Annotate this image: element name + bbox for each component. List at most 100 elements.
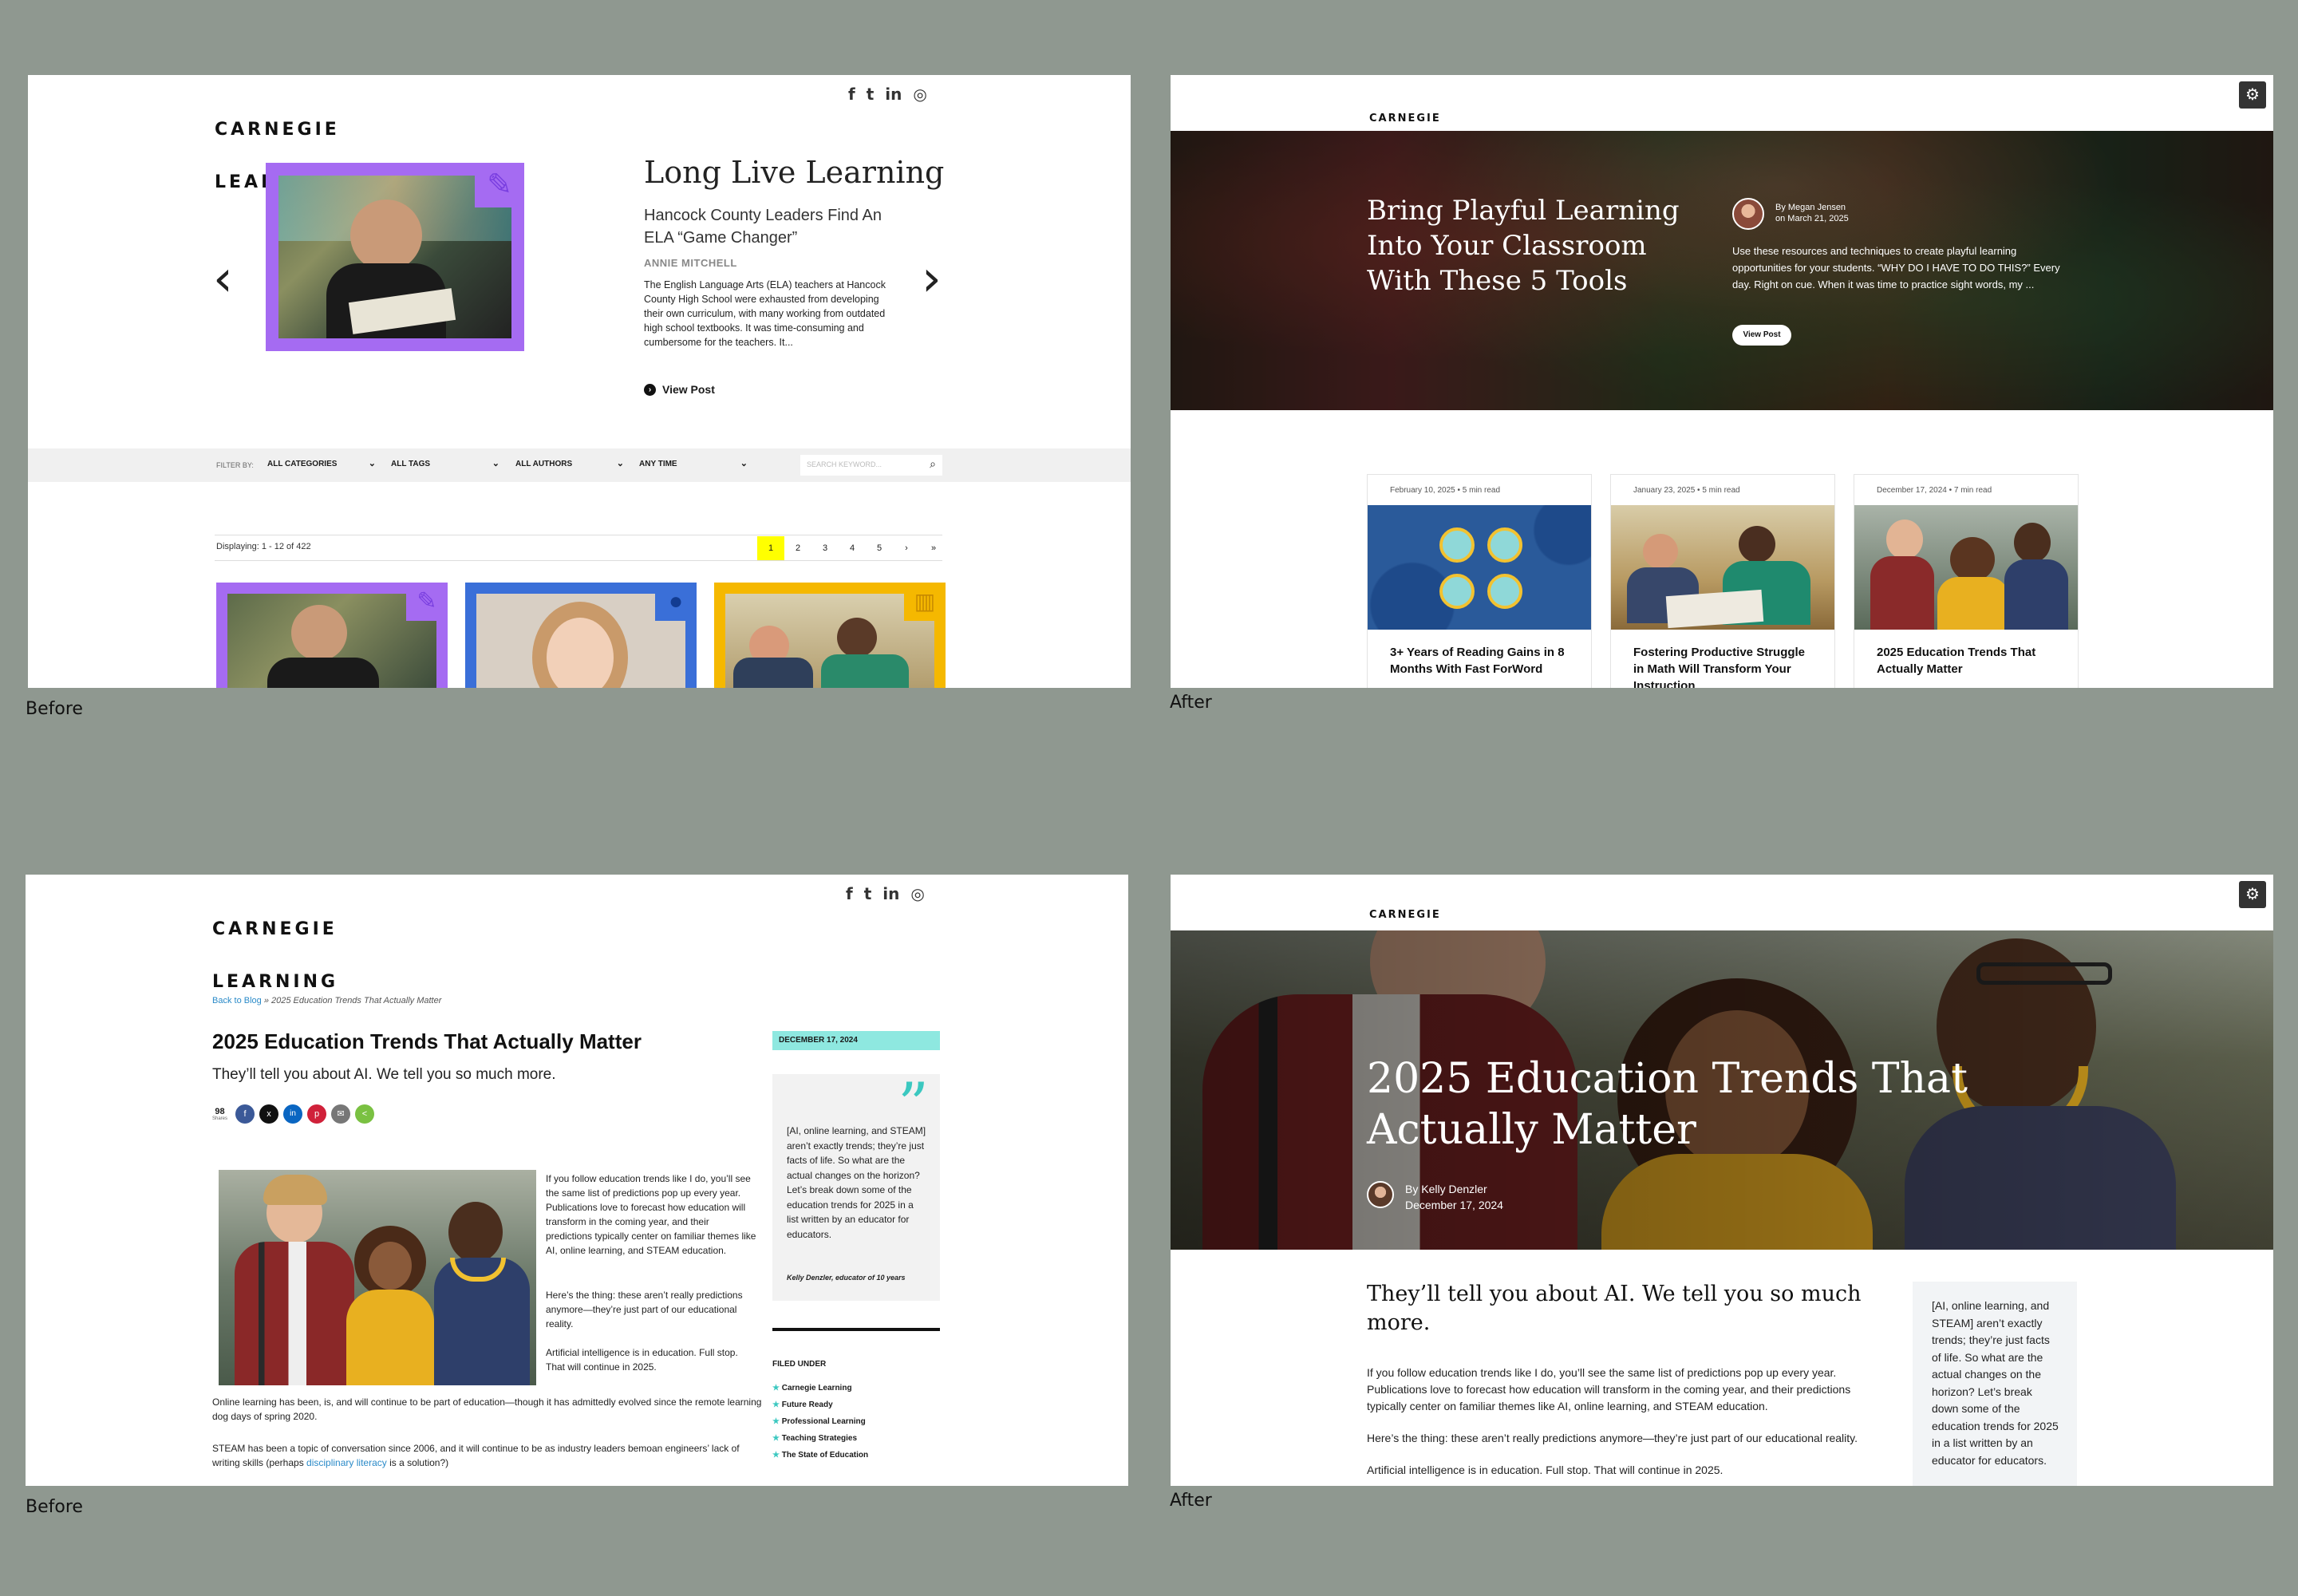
category-item[interactable]: ★ Future Ready [772,1400,868,1409]
back-to-blog-link[interactable]: Back to Blog [212,996,262,1005]
search-box[interactable]: SEARCH KEYWORD... ⌕ [800,455,942,476]
card-meta: December 17, 2024 • 7 min read [1877,486,1992,495]
hubspot-icon[interactable]: ⚙ [2239,81,2266,109]
article-para-1: If you follow education trends like I do… [546,1173,756,1256]
filter-bar: FILTER BY: ALL CATEGORIES ⌄ ALL TAGS ⌄ A… [28,448,1131,482]
hero-title[interactable]: Bring Playful Learning Into Your Classro… [1367,193,1718,298]
facebook-icon[interactable]: f [848,85,855,104]
linkedin-share-icon[interactable]: in [283,1104,303,1124]
category-label: Teaching Strategies [781,1434,858,1443]
sharethis-icon[interactable]: < [355,1104,375,1124]
share-count: 98 Shares [212,1107,227,1121]
star-icon: ★ [772,1417,782,1426]
logo-line-1: CARNEGIE [215,120,340,140]
post-card-2[interactable]: ● [465,583,697,688]
filter-authors-dropdown[interactable]: ALL AUTHORS ⌄ [515,459,624,468]
chevron-down-icon: ⌄ [492,459,499,468]
hero-banner [1171,131,2273,410]
book-category-icon: ▥ [904,583,946,621]
filter-category-label: ALL CATEGORIES [267,460,338,468]
hero-author: By Megan Jensen [1775,203,1846,212]
article-subtitle: They’ll tell you about AI. We tell you s… [1367,1282,1862,1335]
star-icon: ★ [772,1451,782,1460]
page-next[interactable]: › [893,536,920,560]
filter-tags-dropdown[interactable]: ALL TAGS ⌄ [391,459,499,468]
post-card-3[interactable]: ▥ [714,583,946,688]
filter-category-dropdown[interactable]: ALL CATEGORIES ⌄ [267,459,376,468]
fish-illustration-image [1368,505,1591,630]
page-1[interactable]: 1 [757,536,784,560]
instagram-icon[interactable]: ◎ [913,85,926,104]
twitter-icon[interactable]: t [864,884,872,903]
linkedin-icon[interactable]: in [885,85,902,104]
hero-excerpt: Use these resources and techniques to cr… [1732,245,2060,290]
page-3[interactable]: 3 [811,536,839,560]
category-item[interactable]: ★ Professional Learning [772,1417,868,1426]
post-card-1[interactable]: ✎ [216,583,448,688]
star-icon: ★ [772,1384,782,1393]
after-article-screenshot: CARNEGIE LEARNING ⚙ 2025 Education Trend… [1171,875,2273,1486]
twitter-icon[interactable]: t [867,85,875,104]
post-card-1[interactable]: February 10, 2025 • 5 min read 3+ Years … [1367,474,1592,688]
chevron-down-icon: ⌄ [740,459,748,468]
pull-quote-text: [AI, online learning, and STEAM] aren’t … [1932,1299,2059,1467]
students-studying-photo [725,594,934,688]
category-label: Future Ready [781,1400,833,1409]
article-subtitle: They’ll tell you about AI. We tell you s… [212,1066,556,1083]
view-post-link[interactable]: › View Post [644,383,715,396]
filter-authors-label: ALL AUTHORS [515,460,573,468]
featured-post-image[interactable]: ✎ [266,163,524,351]
hubspot-icon[interactable]: ⚙ [2239,881,2266,908]
chevron-down-icon: ⌄ [368,459,376,468]
post-card-3[interactable]: December 17, 2024 • 7 min read 2025 Educ… [1854,474,2079,688]
share-count-number: 98 [215,1107,225,1116]
filter-time-dropdown[interactable]: ANY TIME ⌄ [639,459,748,468]
featured-post-title[interactable]: Hancock County Leaders Find An ELA “Game… [644,204,899,249]
category-item[interactable]: ★ The State of Education [772,1451,868,1460]
card-title[interactable]: Fostering Productive Struggle in Math Wi… [1633,644,1817,688]
page-last[interactable]: » [920,536,947,560]
card-meta: January 23, 2025 • 5 min read [1633,486,1740,495]
filter-tags-label: ALL TAGS [391,460,431,468]
category-label: Professional Learning [781,1417,866,1426]
facebook-share-icon[interactable]: f [235,1104,255,1124]
before-caption-bottom: Before [26,1497,83,1517]
article-para-2: Here’s the thing: these aren’t really pr… [1367,1432,1858,1444]
facebook-icon[interactable]: f [846,884,853,903]
pagination-rule-bottom [215,560,942,561]
breadcrumb: Back to Blog » 2025 Education Trends Tha… [212,996,441,1005]
page-2[interactable]: 2 [784,536,811,560]
x-share-icon[interactable]: x [259,1104,279,1124]
email-share-icon[interactable]: ✉ [331,1104,351,1124]
pull-quote-box: [AI, online learning, and STEAM] aren’t … [1913,1282,2077,1486]
after-caption-top: After [1170,693,1212,713]
students-walking-image [1854,505,2078,630]
pull-quote-text: [AI, online learning, and STEAM] aren’t … [787,1125,926,1240]
featured-post-author[interactable]: ANNIE MITCHELL [644,257,737,269]
category-list: ★ Carnegie Learning ★ Future Ready ★ Pro… [772,1384,868,1468]
pull-quote-attribution: Kelly Denzler, educator of 10 years [787,1274,906,1282]
students-studying-image [1611,505,1834,630]
instagram-icon[interactable]: ◎ [910,884,924,903]
article-para-4: Online learning has been, is, and will c… [212,1396,762,1422]
carousel-next-arrow[interactable]: › [922,249,942,307]
author-avatar [1732,198,1764,230]
chevron-down-icon: ⌄ [616,459,624,468]
pencil-category-icon: ✎ [406,583,448,621]
page-5[interactable]: 5 [866,536,893,560]
pinterest-share-icon[interactable]: p [307,1104,327,1124]
hero-date: on March 21, 2025 [1775,214,1849,223]
article-para-2: Here’s the thing: these aren’t really pr… [546,1290,743,1329]
search-input[interactable]: SEARCH KEYWORD... [807,460,882,468]
linkedin-icon[interactable]: in [882,884,899,903]
category-item[interactable]: ★ Teaching Strategies [772,1434,868,1443]
hero-view-post-button[interactable]: View Post [1732,325,1791,346]
card-title[interactable]: 2025 Education Trends That Actually Matt… [1877,644,2052,678]
disciplinary-literacy-link[interactable]: disciplinary literacy [306,1457,387,1468]
carousel-prev-arrow[interactable]: ‹ [213,249,233,307]
search-icon[interactable]: ⌕ [930,457,936,471]
post-card-2[interactable]: January 23, 2025 • 5 min read Fostering … [1610,474,1835,688]
category-item[interactable]: ★ Carnegie Learning [772,1384,868,1393]
card-title[interactable]: 3+ Years of Reading Gains in 8 Months Wi… [1390,644,1566,678]
page-4[interactable]: 4 [839,536,866,560]
